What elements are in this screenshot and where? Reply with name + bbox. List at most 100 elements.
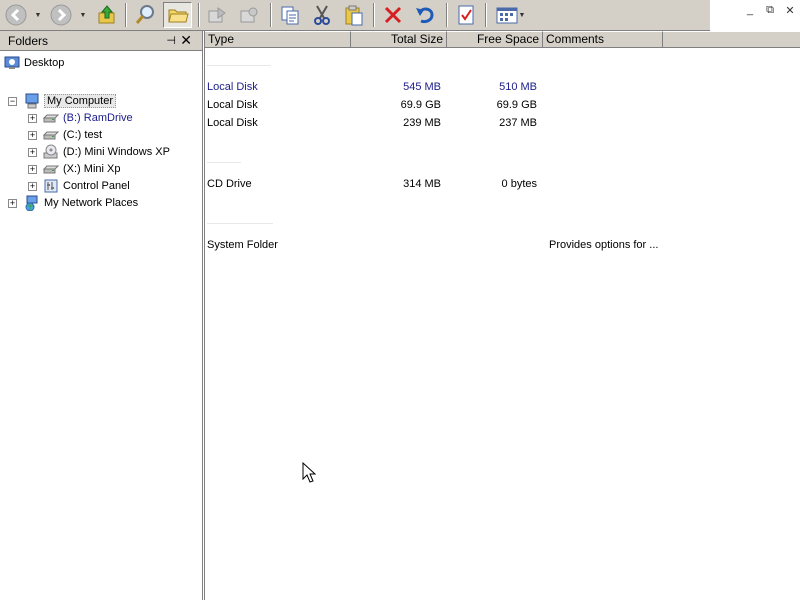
up-button[interactable] [94, 2, 120, 28]
column-header-type[interactable]: Type [205, 31, 351, 48]
table-row[interactable]: CD Drive 314 MB 0 bytes [207, 176, 797, 192]
tree-item-ramdrive[interactable]: (B:) RamDrive [43, 109, 133, 126]
forward-dropdown-icon[interactable]: ▼ [78, 2, 88, 28]
column-header-comments[interactable]: Comments [543, 31, 663, 48]
tree-item-label: (B:) RamDrive [63, 111, 133, 124]
tree-item-label: (C:) test [63, 128, 103, 141]
folders-pane: Folders ⊣ ✕ Desktop − My Computer + (B:)… [0, 31, 203, 600]
copy-to-button[interactable] [236, 2, 262, 28]
views-button[interactable]: ▼ [492, 2, 528, 28]
folders-button[interactable] [163, 2, 192, 28]
cell-free-space: 69.9 GB [496, 99, 537, 111]
tree-item-label: Desktop [24, 56, 65, 69]
delete-x-icon [384, 6, 402, 24]
drive-icon [43, 165, 59, 173]
column-header-total-size[interactable]: Total Size [351, 31, 447, 48]
forward-button[interactable] [47, 2, 75, 28]
file-list: Type Total Size Free Space Comments Loca… [204, 31, 800, 600]
computer-icon [25, 93, 39, 108]
expand-icon[interactable]: + [28, 182, 37, 191]
cell-type: Local Disk [207, 99, 258, 111]
views-dropdown-icon: ▼ [518, 11, 526, 19]
column-headers: Type Total Size Free Space Comments [205, 31, 800, 48]
network-icon [25, 195, 38, 211]
pin-icon[interactable]: ⊣ [166, 34, 176, 47]
cell-total-size: 545 MB [403, 81, 441, 93]
search-button[interactable] [131, 2, 159, 28]
cell-total-size: 69.9 GB [400, 99, 441, 111]
folders-header: Folders ⊣ ✕ [0, 31, 202, 51]
expand-icon[interactable]: + [28, 114, 37, 123]
drive-icon [43, 114, 59, 122]
cell-comments: Provides options for ... [549, 239, 659, 251]
up-folder-icon [98, 5, 115, 24]
cd-drive-icon [43, 144, 58, 158]
tree-item-control-panel[interactable]: Control Panel [43, 177, 130, 194]
cell-type: System Folder [207, 239, 278, 251]
views-icon [496, 7, 518, 24]
group-divider [207, 65, 271, 66]
scissors-icon [314, 5, 330, 25]
tree-item-label: My Network Places [44, 196, 139, 209]
collapse-icon[interactable]: − [8, 97, 17, 106]
expand-icon[interactable]: + [28, 131, 37, 140]
cell-free-space: 237 MB [499, 117, 537, 129]
minimize-button[interactable]: _ [742, 4, 758, 16]
tree-item-label: (D:) Mini Windows XP [63, 145, 170, 158]
tree-item-network-places[interactable]: My Network Places [24, 194, 138, 211]
table-row[interactable]: Local Disk 545 MB 510 MB [207, 79, 797, 95]
group-divider [207, 162, 241, 163]
table-row[interactable]: Local Disk 239 MB 237 MB [207, 115, 797, 131]
mouse-cursor-icon [302, 462, 316, 483]
forward-arrow-icon [50, 4, 72, 26]
tree-item-d-drive[interactable]: (D:) Mini Windows XP [43, 143, 170, 160]
group-divider [207, 223, 273, 224]
close-button[interactable]: ✕ [782, 4, 798, 17]
column-header-filler [663, 31, 800, 48]
tree-item-x-drive[interactable]: (X:) Mini Xp [43, 160, 120, 177]
table-row[interactable]: Local Disk 69.9 GB 69.9 GB [207, 97, 797, 113]
tree-item-c-drive[interactable]: (C:) test [43, 126, 102, 143]
back-button[interactable] [2, 2, 30, 28]
delete-button[interactable] [380, 2, 406, 28]
move-to-button[interactable] [204, 2, 230, 28]
expand-icon[interactable]: + [28, 148, 37, 157]
toolbar: ▼ ▼ ▼ [0, 0, 710, 31]
copy-to-icon [240, 7, 258, 23]
back-arrow-icon [5, 4, 27, 26]
folders-close-button[interactable]: ✕ [180, 32, 192, 49]
tree-item-label: (X:) Mini Xp [63, 162, 121, 175]
undo-button[interactable] [412, 2, 438, 28]
desktop-icon [4, 56, 20, 69]
cell-type: Local Disk [207, 81, 258, 93]
column-header-free-space[interactable]: Free Space [447, 31, 543, 48]
tree-item-desktop[interactable]: Desktop [4, 54, 64, 71]
cut-button[interactable] [309, 2, 335, 28]
table-row[interactable]: System Folder Provides options for ... [207, 237, 797, 253]
back-dropdown-icon[interactable]: ▼ [33, 2, 43, 28]
cell-total-size: 314 MB [403, 178, 441, 190]
move-to-icon [208, 7, 226, 23]
undo-icon [416, 7, 434, 24]
copy-button[interactable] [277, 2, 303, 28]
paste-icon [345, 5, 363, 26]
restore-button[interactable]: ⧉ [762, 4, 778, 17]
cell-type: Local Disk [207, 117, 258, 129]
cell-free-space: 510 MB [499, 81, 537, 93]
window-controls: _ ⧉ ✕ [740, 0, 800, 20]
tree-item-label: Control Panel [63, 179, 130, 192]
paste-button[interactable] [341, 2, 367, 28]
drive-icon [43, 131, 59, 139]
properties-icon [458, 5, 474, 25]
expand-icon[interactable]: + [8, 199, 17, 208]
folders-title: Folders [8, 33, 49, 48]
control-panel-icon [44, 179, 58, 192]
tree-item-my-computer[interactable]: My Computer [24, 92, 117, 109]
properties-button[interactable] [453, 2, 479, 28]
cell-free-space: 0 bytes [501, 178, 537, 190]
search-icon [135, 5, 154, 24]
tree-item-label: My Computer [44, 93, 117, 108]
cell-type: CD Drive [207, 178, 252, 190]
expand-icon[interactable]: + [28, 165, 37, 174]
folder-icon [167, 9, 189, 23]
